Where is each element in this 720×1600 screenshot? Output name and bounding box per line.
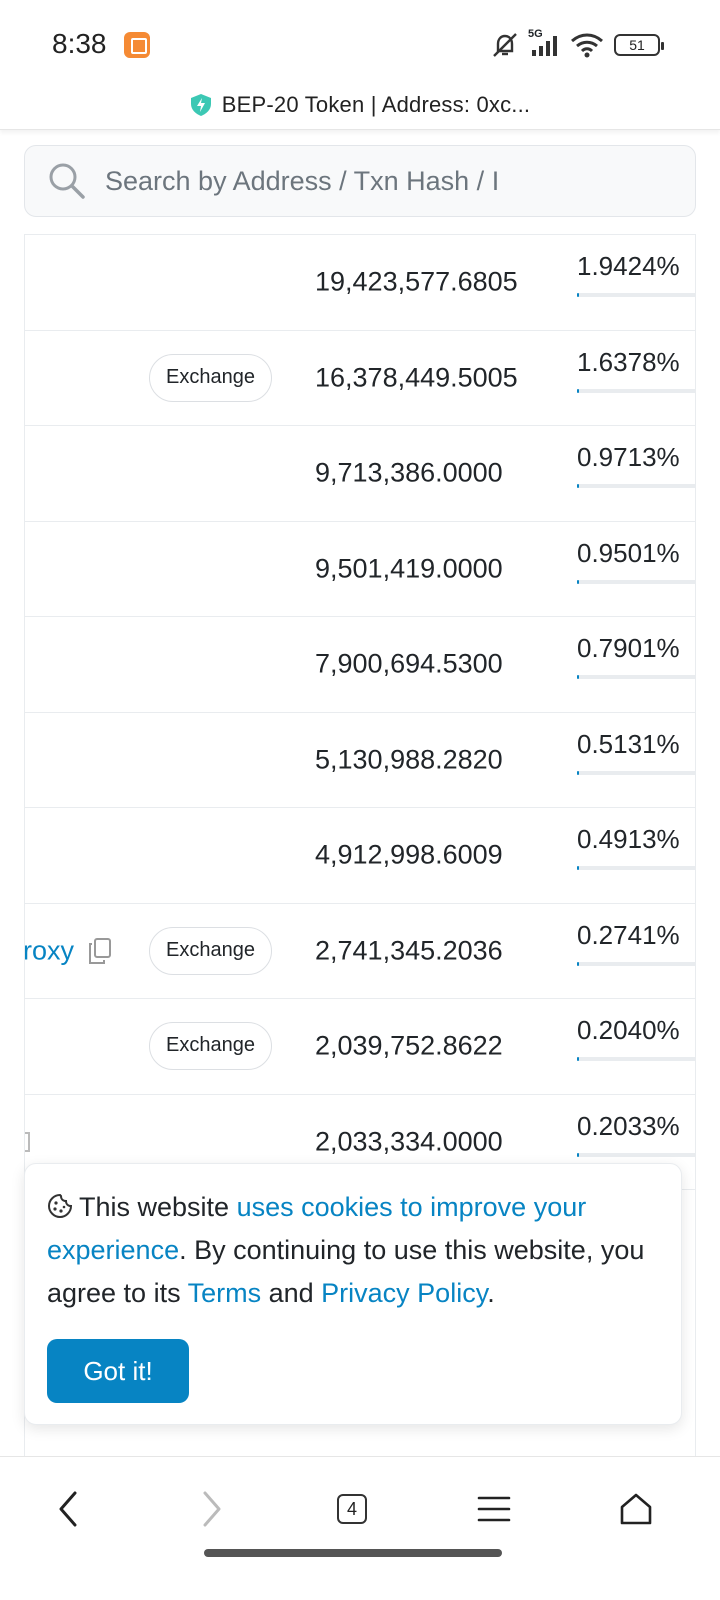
- cookie-icon: [47, 1189, 73, 1219]
- holder-quantity: 9,713,386.0000: [315, 457, 503, 488]
- search-input[interactable]: [105, 165, 665, 197]
- percentage-bar-fill: [577, 770, 579, 775]
- url-bar[interactable]: BEP-20 Token | Address: 0xc...: [0, 80, 720, 130]
- terms-link[interactable]: Terms: [188, 1278, 262, 1308]
- percentage-bar: [577, 293, 695, 297]
- table-row: 7,900,694.5300 0.7901%: [25, 617, 695, 713]
- table-row: 4,912,998.6009 0.4913%: [25, 808, 695, 904]
- cookie-text-3: and: [261, 1278, 322, 1308]
- percentage-bar: [577, 675, 695, 679]
- page-title: BEP-20 Token | Address: 0xc...: [221, 91, 531, 117]
- percentage-bar-fill: [577, 388, 579, 393]
- signal-icon: 5G: [528, 28, 560, 58]
- holder-quantity: 16,378,449.5005: [315, 362, 518, 393]
- holder-percentage: 0.2033%: [577, 1110, 680, 1141]
- percentage-bar: [577, 1057, 695, 1061]
- holder-quantity: 19,423,577.6805: [315, 266, 518, 297]
- status-icons: 5G 51: [490, 28, 664, 60]
- holder-address-link[interactable]: roxy: [25, 935, 74, 966]
- tab-count: 4: [337, 1494, 367, 1524]
- table-row: 9,713,386.0000 0.9713%: [25, 426, 695, 522]
- holder-percentage: 0.9713%: [577, 442, 680, 472]
- holder-quantity: 7,900,694.5300: [315, 648, 503, 679]
- status-time: 8:38: [52, 28, 107, 59]
- cookie-message: This website uses cookies to improve you…: [47, 1186, 661, 1315]
- percentage-bar: [577, 484, 695, 488]
- battery-icon: 51: [614, 34, 664, 56]
- holder-percentage: 0.9501%: [577, 537, 680, 568]
- holder-percentage: 1.9424%: [577, 251, 680, 281]
- privacy-policy-link[interactable]: Privacy Policy: [321, 1278, 487, 1308]
- percentage-bar-fill: [577, 866, 579, 870]
- holder-percentage: 1.6378%: [577, 346, 680, 377]
- holder-quantity: 4,912,998.6009: [315, 839, 503, 870]
- wifi-icon: [570, 32, 604, 58]
- network-type: 5G: [528, 28, 543, 40]
- holder-quantity: 2,033,334.0000: [315, 1126, 503, 1157]
- table-row: Exchange 2,039,752.8622 0.2040%: [25, 999, 695, 1095]
- mute-icon: [490, 30, 520, 60]
- percentage-bar-fill: [577, 293, 580, 297]
- cookie-text-4: .: [487, 1278, 495, 1308]
- cookie-banner: This website uses cookies to improve you…: [24, 1163, 682, 1425]
- percentage-bar: [577, 770, 695, 775]
- menu-icon[interactable]: [464, 1479, 524, 1539]
- percentage-bar: [577, 866, 695, 870]
- tabs-icon[interactable]: 4: [322, 1479, 382, 1539]
- cookie-text-1: This website: [79, 1192, 237, 1222]
- back-icon[interactable]: [38, 1479, 98, 1539]
- table-row: 9,501,419.0000 0.9501%: [25, 522, 695, 617]
- percentage-bar: [577, 1152, 695, 1157]
- app-notification-icon: [124, 32, 150, 58]
- exchange-tag[interactable]: Exchange: [149, 1022, 272, 1071]
- shield-icon: [190, 93, 212, 117]
- table-row: 19,423,577.6805 1.9424%: [25, 235, 695, 331]
- percentage-bar: [577, 388, 695, 393]
- percentage-bar: [577, 579, 695, 584]
- table-row: 5,130,988.2820 0.5131%: [25, 713, 695, 808]
- percentage-bar-fill: [577, 961, 579, 966]
- holder-percentage: 0.7901%: [577, 633, 680, 663]
- percentage-bar-fill: [577, 1057, 579, 1061]
- search-icon: [47, 161, 87, 201]
- holder-percentage: 0.5131%: [577, 728, 680, 759]
- percentage-bar-fill: [577, 1152, 579, 1157]
- holder-quantity: 5,130,988.2820: [315, 744, 503, 775]
- home-indicator[interactable]: [204, 1549, 502, 1557]
- holder-percentage: 0.4913%: [577, 824, 680, 854]
- home-icon[interactable]: [606, 1479, 666, 1539]
- holder-quantity: 2,741,345.2036: [315, 935, 503, 966]
- forward-icon[interactable]: [182, 1479, 242, 1539]
- got-it-button[interactable]: Got it!: [47, 1339, 189, 1403]
- holder-percentage: 0.2040%: [577, 1015, 680, 1045]
- browser-bottom-nav: 4: [0, 1456, 720, 1600]
- holder-quantity: 9,501,419.0000: [315, 553, 503, 584]
- exchange-tag[interactable]: Exchange: [149, 926, 272, 975]
- percentage-bar-fill: [577, 675, 579, 679]
- search-box[interactable]: [24, 145, 696, 217]
- exchange-tag[interactable]: Exchange: [149, 353, 272, 402]
- copy-icon[interactable]: [25, 1131, 33, 1153]
- percentage-bar-fill: [577, 484, 579, 488]
- holder-quantity: 2,039,752.8622: [315, 1030, 503, 1061]
- table-row: roxy Exchange 2,741,345.2036 0.2741%: [25, 904, 695, 999]
- status-bar: 8:38 5G 51: [0, 0, 720, 80]
- holder-percentage: 0.2741%: [577, 919, 680, 950]
- percentage-bar-fill: [577, 579, 579, 584]
- percentage-bar: [577, 961, 695, 966]
- copy-icon[interactable]: [87, 937, 113, 965]
- table-row: Exchange 16,378,449.5005 1.6378%: [25, 331, 695, 426]
